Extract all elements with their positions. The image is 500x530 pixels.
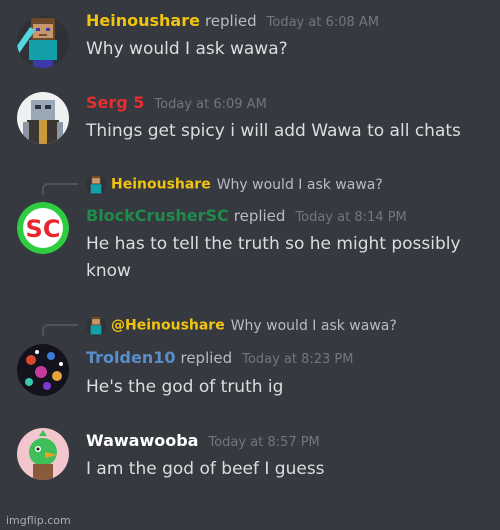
minecraft-steve-avatar-icon xyxy=(86,174,106,195)
message-content: He's the god of truth ig xyxy=(86,377,284,397)
svg-text:SC: SC xyxy=(26,215,61,243)
timestamp: Today at 6:08 AM xyxy=(266,15,380,30)
timestamp: Today at 6:09 AM xyxy=(154,97,267,112)
reply-author: @Heinoushare xyxy=(111,317,225,334)
sc-logo-avatar-icon[interactable]: SC xyxy=(17,202,69,254)
message-header: Trolden10 replied Today at 8:23 PM xyxy=(86,348,353,367)
message-content: Things get spicy i will add Wawa to all … xyxy=(86,121,461,141)
replied-label: replied xyxy=(233,207,286,225)
timestamp: Today at 8:57 PM xyxy=(208,435,320,450)
message-serg: Serg 5 Today at 6:09 AM Things get spicy … xyxy=(0,90,500,150)
message-content: Why would I ask wawa? xyxy=(86,39,288,59)
timestamp: Today at 8:23 PM xyxy=(242,352,354,367)
message-header: Wawawooba Today at 8:57 PM xyxy=(86,431,320,450)
message-heinoushare: Heinoushare replied Today at 6:08 AM Why w… xyxy=(0,8,500,68)
message-header: BlockCrusherSC replied Today at 8:14 PM xyxy=(86,206,407,225)
reply-reference[interactable]: @Heinoushare Why would I ask wawa? xyxy=(86,315,397,336)
message-header: Heinoushare replied Today at 6:08 AM xyxy=(86,11,379,30)
knight-avatar-icon[interactable] xyxy=(17,92,69,144)
reply-reference[interactable]: Heinoushare Why would I ask wawa? xyxy=(86,174,383,195)
replied-label: replied xyxy=(204,12,257,30)
author-name[interactable]: Trolden10 xyxy=(86,348,175,367)
author-name[interactable]: Wawawooba xyxy=(86,431,198,450)
minecraft-steve-avatar-icon xyxy=(86,315,106,336)
minecraft-steve-avatar-icon[interactable] xyxy=(17,16,69,68)
author-name[interactable]: BlockCrusherSC xyxy=(86,206,229,225)
reply-spine xyxy=(42,183,78,195)
galaxy-avatar-icon[interactable] xyxy=(17,344,69,396)
replied-label: replied xyxy=(180,349,233,367)
author-name[interactable]: Serg 5 xyxy=(86,93,144,112)
reply-preview-text: Why would I ask wawa? xyxy=(216,176,383,193)
reply-spine xyxy=(42,324,78,336)
message-blockcrushersc: Heinoushare Why would I ask wawa? SC Bloc… xyxy=(0,172,500,292)
message-content: I am the god of beef I guess xyxy=(86,459,325,479)
author-name[interactable]: Heinoushare xyxy=(86,11,200,30)
reply-preview-text: Why would I ask wawa? xyxy=(230,317,397,334)
green-bird-avatar-icon[interactable] xyxy=(17,428,69,480)
message-wawawooba: Wawawooba Today at 8:57 PM I am the god o… xyxy=(0,428,500,488)
message-header: Serg 5 Today at 6:09 AM xyxy=(86,93,267,112)
reply-author: Heinoushare xyxy=(111,176,211,193)
timestamp: Today at 8:14 PM xyxy=(295,210,407,225)
message-content: He has to tell the truth so he might pos… xyxy=(86,234,461,281)
message-trolden10: @Heinoushare Why would I ask wawa? Trolde… xyxy=(0,313,500,403)
watermark: imgflip.com xyxy=(6,514,71,527)
